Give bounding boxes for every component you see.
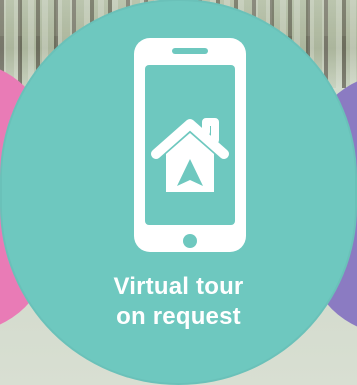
caption: Virtual tour on request bbox=[0, 272, 357, 332]
caption-line-1: Virtual tour bbox=[113, 273, 244, 300]
phone-speaker bbox=[172, 48, 208, 54]
phone-home-button bbox=[183, 234, 197, 248]
home-icon bbox=[151, 118, 229, 192]
phone-icon bbox=[134, 38, 246, 252]
caption-line-2: on request bbox=[116, 303, 241, 330]
virtual-tour-card: Virtual tour on request bbox=[0, 0, 357, 385]
